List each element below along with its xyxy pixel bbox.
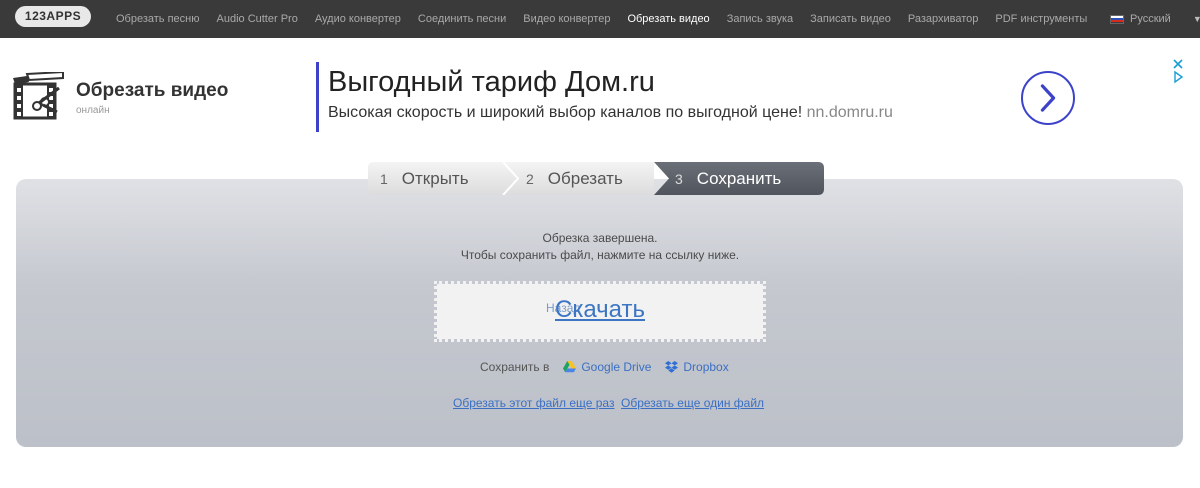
nav-item-cut-song[interactable]: Обрезать песню — [116, 13, 200, 25]
dropbox-button[interactable]: Dropbox — [665, 360, 729, 374]
google-drive-button[interactable]: Google Drive — [563, 360, 651, 374]
nav-item-audio-cutter-pro[interactable]: Audio Cutter Pro — [217, 13, 298, 25]
download-box: Назад Скачать — [434, 281, 766, 342]
app-title: Обрезать видео — [76, 80, 229, 101]
step-label: Открыть — [401, 168, 469, 188]
step-cut: 2 Обрезать — [526, 162, 623, 195]
step-number: 2 — [526, 170, 534, 187]
result-message: Обрезка завершена. — [542, 231, 658, 245]
download-link[interactable]: Скачать — [437, 296, 763, 324]
ad-choices-close-icon[interactable] — [1172, 58, 1184, 86]
app-nav: Обрезать песню Audio Cutter Pro Аудио ко… — [116, 0, 1104, 38]
step-label: Обрезать — [547, 168, 623, 188]
nav-item-video-converter[interactable]: Видео конвертер — [523, 13, 610, 25]
chevron-down-icon: ▼ — [1192, 14, 1200, 24]
video-cut-icon — [13, 72, 64, 120]
language-selector[interactable]: Русский ▼ — [1110, 0, 1200, 38]
result-instructions: Чтобы сохранить файл, нажмите на ссылку … — [460, 248, 740, 262]
logo-123apps[interactable]: 123APPS — [15, 6, 91, 27]
app-subtitle: онлайн — [76, 105, 110, 116]
nav-item-join-songs[interactable]: Соединить песни — [418, 13, 506, 25]
ad-accent-bar — [316, 62, 319, 132]
nav-item-video-recorder[interactable]: Записать видео — [810, 13, 891, 25]
dropbox-label: Dropbox — [683, 360, 729, 374]
nav-item-unarchiver[interactable]: Разархиватор — [908, 13, 979, 25]
ad-domain: nn.domru.ru — [806, 104, 893, 121]
nav-item-audio-converter[interactable]: Аудио конвертер — [315, 13, 401, 25]
language-label: Русский — [1130, 13, 1171, 25]
nav-item-pdf-tools[interactable]: PDF инструменты — [995, 13, 1087, 25]
nav-item-cut-video[interactable]: Обрезать видео — [627, 13, 709, 25]
top-navigation-bar: 123APPS Обрезать песню Audio Cutter Pro … — [0, 0, 1200, 38]
google-drive-icon — [563, 361, 577, 373]
step-save: 3 Сохранить — [675, 162, 781, 195]
russian-flag-icon — [1110, 14, 1124, 24]
step-open: 1 Открыть — [380, 162, 469, 195]
save-to-row: Сохранить в Google Drive Dropbox — [480, 360, 743, 374]
steps-bar: 1 Открыть 2 Обрезать 3 Сохранить — [368, 162, 824, 195]
dropbox-icon — [665, 361, 679, 373]
save-to-label: Сохранить в — [480, 360, 550, 374]
ad-title[interactable]: Выгодный тариф Дом.ru — [328, 66, 655, 99]
ad-arrow-button[interactable] — [1021, 71, 1075, 125]
step-label: Сохранить — [696, 168, 782, 188]
google-drive-label: Google Drive — [581, 360, 652, 374]
nav-item-voice-recorder[interactable]: Запись звука — [727, 13, 793, 25]
step-number: 3 — [675, 170, 683, 187]
step-number: 1 — [380, 170, 388, 187]
cut-another-file-link[interactable]: Обрезать еще один файл — [621, 396, 764, 410]
ad-description: Высокая скорость и широкий выбор каналов… — [328, 104, 803, 121]
cut-file-again-link[interactable]: Обрезать этот файл еще раз — [453, 396, 614, 410]
ad-text[interactable]: Высокая скорость и широкий выбор каналов… — [328, 104, 893, 122]
